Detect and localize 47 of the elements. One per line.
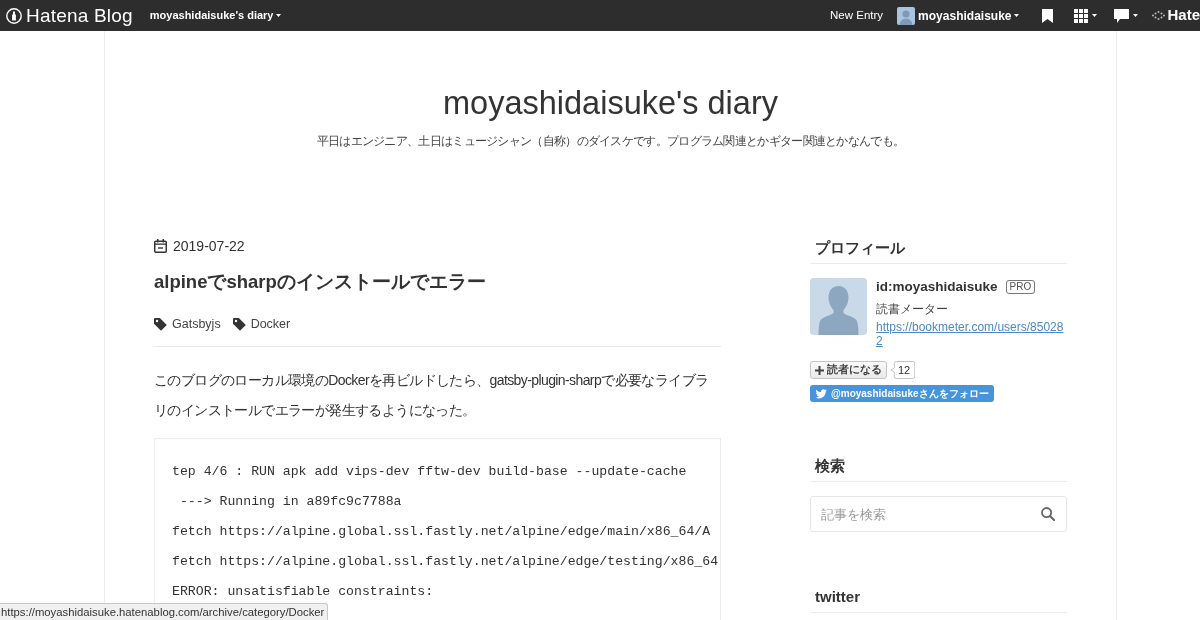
status-url: https://moyashidaisuke.hatenablog.com/archive/category/Docker <box>0 603 329 620</box>
sidebar-heading: プロフィール <box>810 238 1067 264</box>
code-line: fetch https://alpine.global.ssl.fastly.net/alpine/edge/main/x86_64/A <box>172 523 711 541</box>
avatar-icon <box>897 6 916 25</box>
comment-icon <box>1114 8 1130 23</box>
pro-badge: PRO <box>1005 280 1036 294</box>
subscriber-count: 12 <box>890 361 916 379</box>
blog-menu-button[interactable]: moyashidaisuke's diary <box>149 7 282 24</box>
entry-title[interactable]: alpineでsharpのインストールでエラー <box>154 268 486 296</box>
code-line: ---> Running in a89fc9c7788a <box>178 493 402 511</box>
tag-icon <box>154 317 167 331</box>
search-field[interactable]: 記事を検索 <box>810 496 1067 532</box>
entry-date-link[interactable]: 2019-07-22 <box>173 235 245 257</box>
logo-icon <box>6 7 22 24</box>
notifications-button[interactable] <box>1114 8 1139 23</box>
code-line: ERROR: unsatisfiable constraints: <box>172 583 434 601</box>
hatena-brand-link[interactable]: Hate <box>1152 4 1200 27</box>
profile-id-link[interactable]: id:moyashidaisuke <box>876 276 998 298</box>
bird-icon <box>815 388 827 399</box>
user-menu-button[interactable]: moyashidaisuke <box>897 6 1020 25</box>
profile-bio: 読書メーター <box>876 302 949 317</box>
sidebar-heading: twitter <box>810 587 1067 613</box>
apps-menu-button[interactable] <box>1074 8 1098 23</box>
caret-icon <box>276 14 282 17</box>
dotted-logo-icon <box>1152 11 1166 20</box>
bookmark-icon <box>1042 8 1054 23</box>
caret-icon <box>1014 14 1020 17</box>
calendar-icon <box>154 239 167 253</box>
bookmark-button[interactable] <box>1042 8 1054 23</box>
hatena-blog-logo[interactable]: Hatena Blog <box>6 6 133 25</box>
code-line: tep 4/6 : RUN apk add vips-dev fftw-dev build-base --update-cache <box>172 463 687 481</box>
tag-icon <box>232 317 246 331</box>
caret-icon <box>1133 14 1139 17</box>
caret-icon <box>1092 14 1098 17</box>
category-tag-link[interactable]: Gatsbyjs <box>154 314 221 334</box>
blog-description: 平日はエンジニア、土日はミュージシャン（自称）のダイスケです。プログラム関連とかギター関連とかなんでも。 <box>316 133 905 150</box>
plus-icon <box>815 365 824 375</box>
subscribe-button[interactable]: 読者になる <box>810 361 887 379</box>
sidebar-heading: 検索 <box>810 456 1067 482</box>
category-tag-link[interactable]: Docker <box>232 314 291 334</box>
profile-link[interactable]: https://bookmeter.com/users/850282 <box>876 320 1067 348</box>
blog-title[interactable]: moyashidaisuke's diary <box>443 84 778 122</box>
new-entry-link[interactable]: New Entry <box>830 6 884 25</box>
entry-paragraph: このブログのローカル環境のDockerを再ビルドしたら、gatsby-plugin-sharpで必要なライブラリのインストールでエラーが発生するようになった。 <box>154 371 710 420</box>
grid-icon <box>1074 8 1089 23</box>
search-icon[interactable] <box>1041 507 1055 521</box>
code-line: fetch https://alpine.global.ssl.fastly.net/alpine/edge/testing/x86_64 <box>172 553 719 571</box>
